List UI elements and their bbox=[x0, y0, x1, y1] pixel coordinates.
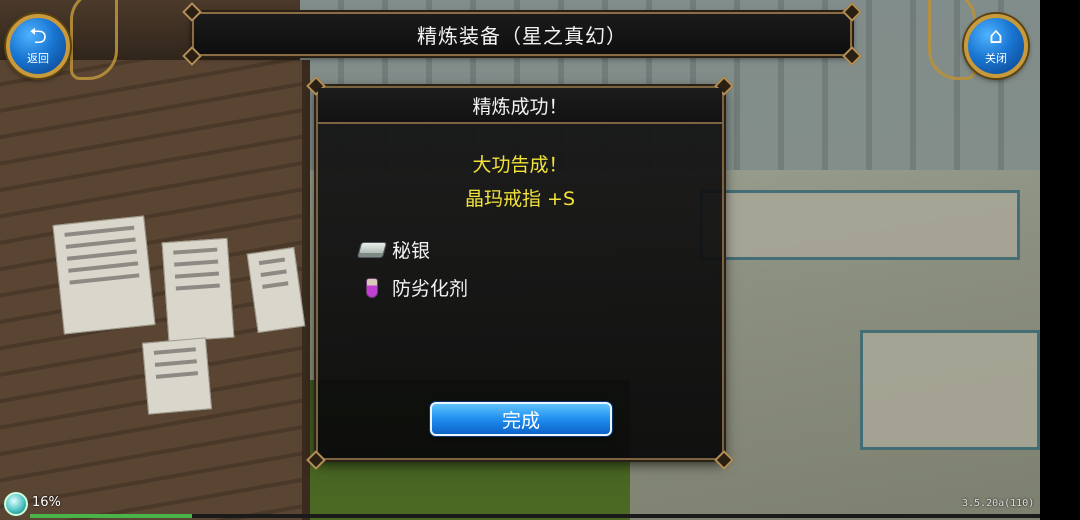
silver-ingot-icon bbox=[356, 237, 388, 263]
title-bar: 精炼装备（星之真幻） bbox=[182, 2, 862, 66]
notice-paper bbox=[246, 247, 306, 333]
plaza-tile bbox=[700, 190, 1020, 260]
material-item: 秘银 bbox=[356, 236, 431, 263]
progress-percent: 16% bbox=[32, 495, 61, 510]
close-button-label: 关闭 bbox=[985, 52, 1007, 65]
return-arrow-icon: ⮌ bbox=[29, 24, 47, 49]
version-label: 3.5.20a(110) bbox=[962, 498, 1035, 509]
left-ornament bbox=[70, 0, 118, 80]
back-button-label: 返回 bbox=[27, 52, 49, 65]
home-icon: ⌂ bbox=[989, 24, 1003, 49]
notice-paper bbox=[141, 337, 213, 415]
notice-paper bbox=[161, 237, 235, 343]
notice-board bbox=[0, 60, 310, 520]
loading-icon bbox=[4, 492, 28, 516]
item-result-name: 晶玛戒指 +S bbox=[464, 188, 576, 210]
refine-result-dialog: 精炼成功！ 大功告成！ 晶玛戒指 +S 秘银 防劣化剂 完成 bbox=[306, 76, 734, 470]
potion-icon bbox=[358, 275, 386, 301]
back-button[interactable]: ⮌ 返回 bbox=[6, 14, 70, 78]
plaza-tile bbox=[860, 330, 1040, 450]
notice-paper bbox=[52, 215, 156, 335]
close-button[interactable]: ⌂ 关闭 bbox=[964, 14, 1028, 78]
dialog-title: 精炼成功！ bbox=[472, 95, 568, 118]
progress-bar bbox=[30, 514, 1040, 518]
success-message: 大功告成！ bbox=[472, 154, 568, 176]
material-label: 防劣化剂 bbox=[392, 278, 469, 300]
material-item: 防劣化剂 bbox=[358, 274, 468, 301]
progress-bar-fill bbox=[30, 514, 192, 518]
material-label: 秘银 bbox=[392, 240, 431, 262]
dialog-header: 精炼成功！ bbox=[318, 88, 722, 124]
screen-edge-bar bbox=[1040, 0, 1080, 520]
done-button[interactable]: 完成 bbox=[430, 402, 612, 436]
page-title: 精炼装备（星之真幻） bbox=[417, 23, 627, 48]
